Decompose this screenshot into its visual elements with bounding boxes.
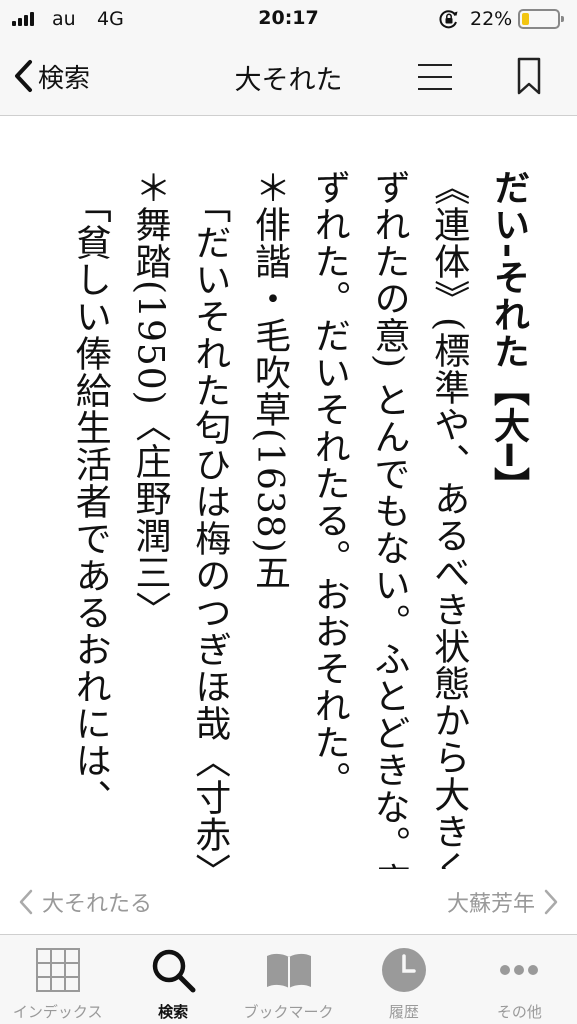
battery-level-fill — [522, 13, 529, 25]
book-icon — [266, 953, 311, 988]
chevron-left-icon — [15, 60, 32, 92]
citation-quote: 「貧しい俸給生活者であるおれには、 — [69, 187, 111, 816]
tab-index[interactable]: インデックス — [0, 935, 115, 1024]
tab-label: その他 — [496, 1003, 542, 1021]
navigation-bar: 検索 大それた — [0, 38, 577, 116]
previous-entry-link[interactable]: 大それたる — [18, 886, 152, 918]
chevron-left-icon — [19, 889, 33, 915]
headword-kanji: 【大━】 — [488, 369, 530, 504]
battery-percent: 22% — [470, 8, 513, 30]
back-button[interactable]: 検索 — [12, 56, 90, 96]
previous-entry-label: 大それたる — [42, 892, 153, 917]
headword: だい‐それた — [488, 169, 530, 370]
entry-content: だい‐それた【大━】 《連体》(標準や、あるべき状態から大きくはずれたの意) と… — [0, 117, 577, 869]
entry-definition: 《連体》(標準や、あるべき状態から大きくはずれたの意) とんでもない。ふとどきな… — [308, 169, 470, 869]
tab-label: ブックマーク — [243, 1003, 334, 1021]
citation-source: ＊舞踏(1950)〈庄野潤三〉 — [129, 169, 171, 628]
entry-text: だい‐それた【大━】 《連体》(標準や、あるべき状態から大きくはずれたの意) と… — [60, 169, 539, 869]
citation-source: ＊俳諧・毛吹草(1638)五 — [249, 169, 290, 591]
entry-navigation: 大それたる 大蘇芳年 — [0, 870, 577, 932]
tab-bookmarks[interactable]: ブックマーク — [231, 935, 346, 1024]
tab-history[interactable]: 履歴 — [346, 935, 461, 1024]
entry-heading: だい‐それた【大━】 — [478, 169, 539, 869]
next-entry-label: 大蘇芳年 — [446, 892, 535, 917]
grid-icon — [35, 948, 80, 992]
more-icon — [500, 965, 539, 975]
tab-bar: インデックス 検索 ブックマーク 履歴 その他 — [0, 934, 577, 1024]
back-button-label: 検索 — [38, 63, 91, 94]
status-bar: au 4G 20:17 22% — [0, 0, 577, 38]
chevron-right-icon — [544, 889, 558, 915]
bookmark-icon[interactable] — [514, 56, 544, 96]
battery-icon — [518, 9, 564, 29]
citation-quote: 「だいそれた匂ひは梅のつぎほ哉〈寸赤〉」 — [189, 187, 231, 869]
tab-label: 検索 — [158, 1003, 189, 1021]
search-icon — [152, 949, 196, 993]
tab-label: インデックス — [12, 1003, 103, 1021]
tab-search[interactable]: 検索 — [115, 935, 230, 1024]
tab-label: 履歴 — [388, 1003, 419, 1021]
tab-more[interactable]: その他 — [462, 935, 577, 1024]
rotation-lock-icon — [439, 10, 458, 29]
next-entry-link[interactable]: 大蘇芳年 — [447, 886, 559, 918]
hamburger-icon[interactable] — [416, 62, 454, 92]
clock-icon — [381, 948, 426, 992]
